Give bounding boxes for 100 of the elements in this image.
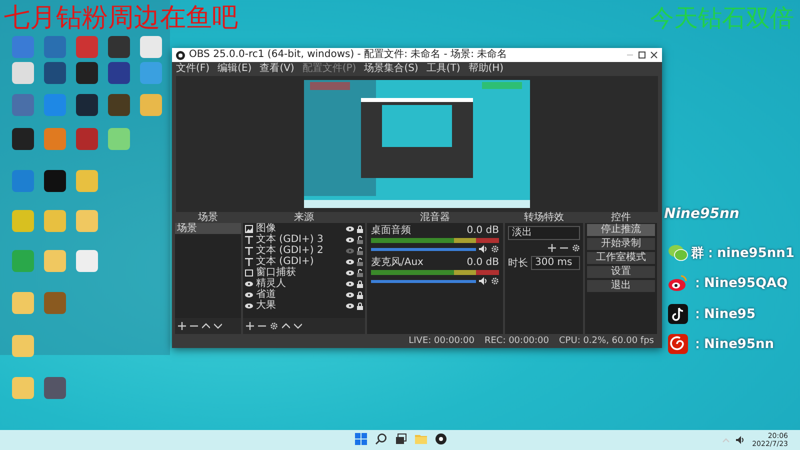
app-logo-icon — [176, 50, 185, 60]
add-icon[interactable] — [178, 322, 186, 330]
streamer-handle: Nine95nn — [664, 206, 740, 222]
text-icon — [245, 246, 253, 254]
move-up-icon[interactable] — [282, 322, 290, 330]
volume-slider-fill[interactable] — [371, 280, 476, 282]
lock-icon[interactable] — [357, 224, 363, 232]
control-button[interactable]: 停止推流 — [587, 224, 655, 236]
source-item[interactable]: 大果 — [256, 300, 343, 311]
rec-timer: REC: 00:00:00 — [484, 336, 550, 346]
control-button[interactable]: 开始录制 — [587, 238, 655, 250]
image-icon — [245, 224, 253, 232]
panel-title: 转场特效 — [505, 212, 583, 223]
move-up-icon[interactable] — [202, 322, 210, 330]
menu-item[interactable]: 编辑(E) — [218, 62, 252, 76]
lock-icon[interactable] — [357, 302, 363, 310]
add-icon[interactable] — [246, 322, 254, 330]
duration-field[interactable]: 300 ms — [531, 256, 580, 270]
desktop-app-icon[interactable] — [108, 36, 130, 58]
desktop-app-icon[interactable] — [44, 170, 66, 192]
move-down-icon[interactable] — [294, 322, 302, 330]
cpu-fps-readout: CPU: 0.2%, 60.00 fps — [559, 336, 654, 346]
music-note-icon — [668, 304, 688, 324]
menu-item[interactable]: 帮助(H) — [468, 62, 504, 76]
visibility-eye-icon[interactable] — [346, 258, 354, 264]
desktop-app-icon[interactable] — [140, 36, 162, 58]
settings-icon[interactable] — [572, 244, 580, 252]
search-icon[interactable] — [375, 433, 387, 445]
desktop-app-icon[interactable] — [108, 94, 130, 116]
source-item[interactable]: 文本 (GDI+) — [256, 256, 343, 267]
lock-icon[interactable] — [357, 268, 363, 276]
settings-icon[interactable] — [491, 277, 499, 285]
channel-name: 桌面音频 — [371, 225, 411, 236]
visibility-eye-icon[interactable] — [346, 226, 354, 232]
desktop-app-icon[interactable] — [44, 62, 66, 84]
live-timer: LIVE: 00:00:00 — [408, 336, 474, 346]
chat-bubbles-icon — [668, 244, 688, 262]
panel-title: 混音器 — [367, 212, 503, 223]
move-down-icon[interactable] — [214, 322, 222, 330]
desktop-app-icon[interactable] — [12, 128, 34, 150]
lock-icon[interactable] — [357, 290, 363, 298]
bonus-overlay-text: 今天钻石双倍 — [650, 5, 794, 34]
transition-dropdown[interactable]: 淡出 — [508, 226, 580, 240]
lock-icon[interactable] — [357, 246, 363, 254]
channel-reading: 0.0 dB — [466, 257, 499, 268]
source-item[interactable]: 图像 — [256, 223, 343, 234]
panel-title: 场景 — [175, 212, 241, 223]
settings-icon[interactable] — [491, 245, 499, 253]
channel-reading: 0.0 dB — [466, 225, 499, 236]
duration-label: 时长 — [508, 258, 528, 268]
volume-slider-fill[interactable] — [371, 248, 476, 250]
maximize-icon[interactable] — [638, 51, 646, 59]
add-icon[interactable] — [548, 244, 556, 252]
scene-item[interactable]: 场景 — [175, 223, 241, 234]
source-item[interactable]: 省道 — [256, 289, 343, 300]
source-item[interactable]: 文本 (GDI+) 2 — [256, 245, 343, 256]
visibility-eye-icon[interactable] — [346, 280, 354, 286]
promo-overlay-text: 七月钻粉周边在鱼吧 — [4, 2, 238, 34]
desktop-app-icon[interactable] — [76, 62, 98, 84]
visibility-eye-icon[interactable] — [346, 270, 354, 276]
window-icon — [245, 268, 253, 276]
lock-icon[interactable] — [357, 280, 363, 288]
channel-name: 麦克风/Aux — [371, 257, 424, 268]
panel-title: 控件 — [585, 212, 657, 223]
source-item[interactable]: 文本 (GDI+) 3 — [256, 234, 343, 245]
menu-item[interactable]: 工具(T) — [426, 62, 460, 76]
windows-start-icon[interactable] — [355, 433, 367, 445]
menu-item[interactable]: 文件(F) — [176, 62, 210, 76]
desktop-app-icon[interactable] — [108, 62, 130, 84]
menu-item[interactable]: 查看(V) — [260, 62, 294, 76]
visibility-eye-icon[interactable] — [346, 302, 354, 308]
text-icon — [245, 258, 253, 266]
settings-icon[interactable] — [270, 322, 278, 330]
eye-logo-icon — [668, 274, 688, 292]
lock-icon[interactable] — [357, 236, 363, 244]
task-view-icon[interactable] — [395, 433, 407, 445]
music-logo-icon — [668, 334, 688, 354]
close-icon[interactable] — [650, 51, 658, 59]
menu-item[interactable]: 场景集合(S) — [364, 62, 418, 76]
visibility-eye-icon[interactable] — [346, 292, 354, 298]
desktop-app-icon[interactable] — [44, 377, 66, 399]
lock-icon[interactable] — [357, 258, 363, 266]
speaker-icon[interactable] — [479, 277, 488, 285]
source-item[interactable]: 精灵人 — [256, 278, 343, 289]
source-item[interactable]: 窗口捕获 — [256, 267, 343, 278]
social-account-text: 群：nine95nn1 — [691, 245, 794, 262]
control-button[interactable]: 设置 — [587, 266, 655, 278]
panel-title: 来源 — [243, 212, 365, 223]
control-button[interactable]: 退出 — [587, 280, 655, 292]
text-icon — [245, 236, 253, 244]
control-button[interactable]: 工作室模式 — [587, 252, 655, 264]
speaker-icon[interactable] — [479, 245, 488, 253]
social-account-text: ：Nine95nn — [691, 336, 774, 353]
speaker-icon[interactable] — [736, 436, 746, 444]
social-account-text: ：Nine95QAQ — [691, 275, 788, 292]
obs-app-icon[interactable] — [435, 433, 447, 445]
window-title: OBS 25.0.0-rc1 (64-bit, windows) - 配置文件: 未命名 - 场景: 未命名 — [189, 48, 508, 62]
visibility-eye-icon[interactable] — [346, 236, 354, 242]
desktop-app-icon[interactable] — [76, 94, 98, 116]
social-account-text: ：Nine95 — [691, 306, 756, 323]
